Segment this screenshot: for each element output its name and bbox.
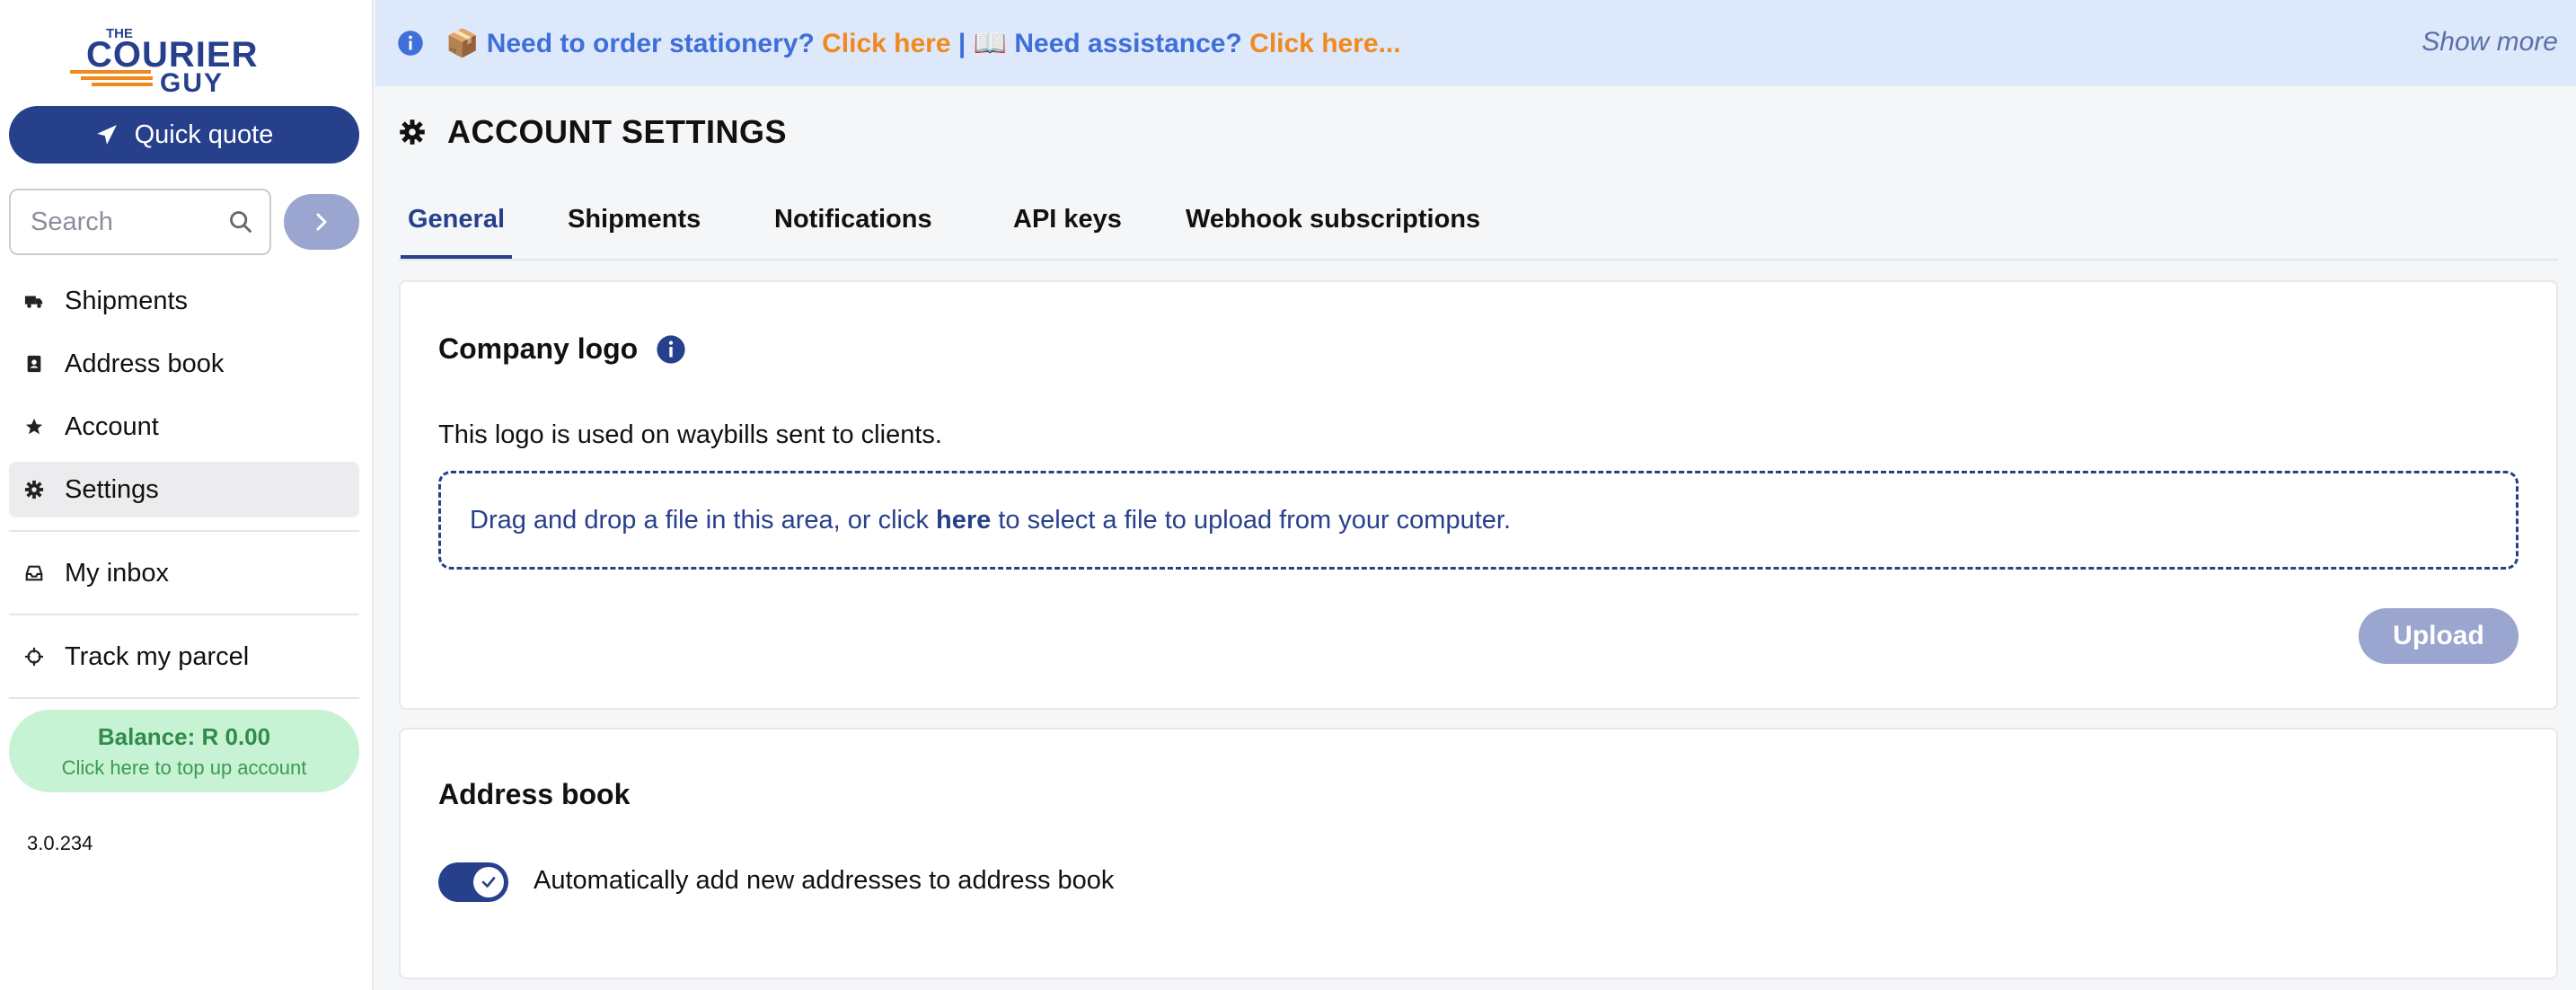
info-icon bbox=[398, 31, 423, 56]
sidebar-item-label: Shipments bbox=[65, 286, 189, 315]
balance-topup-button[interactable]: Balance: R 0.00 Click here to top up acc… bbox=[9, 710, 359, 792]
balance-amount: Balance: R 0.00 bbox=[97, 722, 271, 750]
sidebar: THE COURIER GUY Quick quote Shipments Ad… bbox=[0, 0, 374, 990]
courier-guy-logo[interactable]: THE COURIER GUY bbox=[70, 20, 304, 95]
search-icon[interactable] bbox=[228, 209, 253, 234]
page-title: ACCOUNT SETTINGS bbox=[399, 113, 787, 151]
gear-icon bbox=[400, 119, 425, 145]
tab-notifications[interactable]: Notifications bbox=[767, 205, 940, 259]
assistance-link[interactable]: Click here... bbox=[1249, 29, 1400, 58]
check-icon bbox=[481, 877, 496, 888]
sidebar-item-shipments[interactable]: Shipments bbox=[9, 273, 359, 329]
sidebar-item-my-inbox[interactable]: My inbox bbox=[9, 545, 359, 601]
banner-text-assistance: Need assistance? bbox=[1014, 28, 1242, 58]
banner-separator: | bbox=[957, 28, 966, 58]
chevron-right-icon bbox=[316, 213, 327, 231]
svg-text:GUY: GUY bbox=[160, 68, 224, 95]
info-icon[interactable] bbox=[656, 334, 686, 365]
book-emoji-icon: 📖 bbox=[973, 28, 1007, 58]
sidebar-item-label: Account bbox=[65, 411, 159, 441]
sidebar-divider bbox=[9, 530, 359, 532]
quick-quote-label: Quick quote bbox=[134, 119, 274, 149]
tab-webhook-subscriptions[interactable]: Webhook subscriptions bbox=[1178, 205, 1487, 259]
paper-plane-icon bbox=[96, 125, 117, 145]
package-emoji-icon: 📦 bbox=[446, 28, 480, 58]
sidebar-item-address-book[interactable]: Address book bbox=[9, 336, 359, 392]
topup-hint: Click here to top up account bbox=[61, 756, 307, 779]
stationery-link[interactable]: Click here bbox=[822, 29, 950, 58]
tab-api-keys[interactable]: API keys bbox=[1006, 205, 1129, 259]
sidebar-item-label: Settings bbox=[65, 474, 159, 504]
dropzone-text-before: Drag and drop a file in this area, or cl… bbox=[470, 505, 929, 535]
company-logo-card: Company logo This logo is used on waybil… bbox=[399, 280, 2558, 710]
sidebar-item-settings[interactable]: Settings bbox=[9, 462, 359, 517]
upload-button[interactable]: Upload bbox=[2359, 608, 2519, 664]
dropzone-text-after: to select a file to upload from your com… bbox=[998, 505, 1512, 535]
sidebar-item-track-my-parcel[interactable]: Track my parcel bbox=[9, 629, 359, 685]
search-input[interactable] bbox=[31, 207, 219, 237]
star-icon bbox=[23, 416, 45, 438]
crosshair-icon bbox=[23, 646, 45, 667]
tab-shipments[interactable]: Shipments bbox=[560, 205, 708, 259]
inbox-icon bbox=[23, 562, 45, 584]
dropzone-here-link[interactable]: here bbox=[936, 506, 991, 535]
toggle-knob bbox=[473, 867, 504, 897]
banner-message: 📦 Need to order stationery? Click here |… bbox=[446, 28, 1401, 59]
logo-dropzone[interactable]: Drag and drop a file in this area, or cl… bbox=[438, 471, 2519, 570]
gear-icon bbox=[23, 479, 45, 500]
address-book-icon bbox=[23, 353, 45, 375]
company-logo-title: Company logo bbox=[438, 332, 639, 365]
sidebar-divider bbox=[9, 697, 359, 699]
info-banner: 📦 Need to order stationery? Click here |… bbox=[375, 0, 2576, 86]
address-book-title: Address book bbox=[438, 778, 631, 810]
tab-general[interactable]: General bbox=[401, 205, 512, 259]
sidebar-item-label: My inbox bbox=[65, 558, 170, 588]
address-book-card: Address book Automatically add new addre… bbox=[399, 728, 2558, 979]
page-title-text: ACCOUNT SETTINGS bbox=[447, 113, 788, 150]
company-logo-description: This logo is used on waybills sent to cl… bbox=[438, 420, 942, 449]
settings-tabs: General Shipments Notifications API keys… bbox=[399, 189, 2558, 261]
sidebar-item-label: Address book bbox=[65, 349, 225, 378]
auto-add-address-toggle[interactable] bbox=[438, 862, 508, 902]
app-version: 3.0.234 bbox=[27, 832, 93, 854]
search-field[interactable] bbox=[9, 189, 271, 255]
banner-text-stationery: Need to order stationery? bbox=[486, 28, 815, 58]
sidebar-item-label: Track my parcel bbox=[65, 641, 250, 671]
show-more-link[interactable]: Show more bbox=[2422, 27, 2558, 57]
search-submit-button[interactable] bbox=[284, 194, 359, 250]
sidebar-item-account[interactable]: Account bbox=[9, 399, 359, 455]
sidebar-divider bbox=[9, 614, 359, 615]
truck-icon bbox=[23, 290, 45, 312]
quick-quote-button[interactable]: Quick quote bbox=[9, 106, 359, 164]
auto-add-address-label: Automatically add new addresses to addre… bbox=[534, 866, 1115, 895]
company-logo-heading: Company logo bbox=[438, 332, 686, 366]
